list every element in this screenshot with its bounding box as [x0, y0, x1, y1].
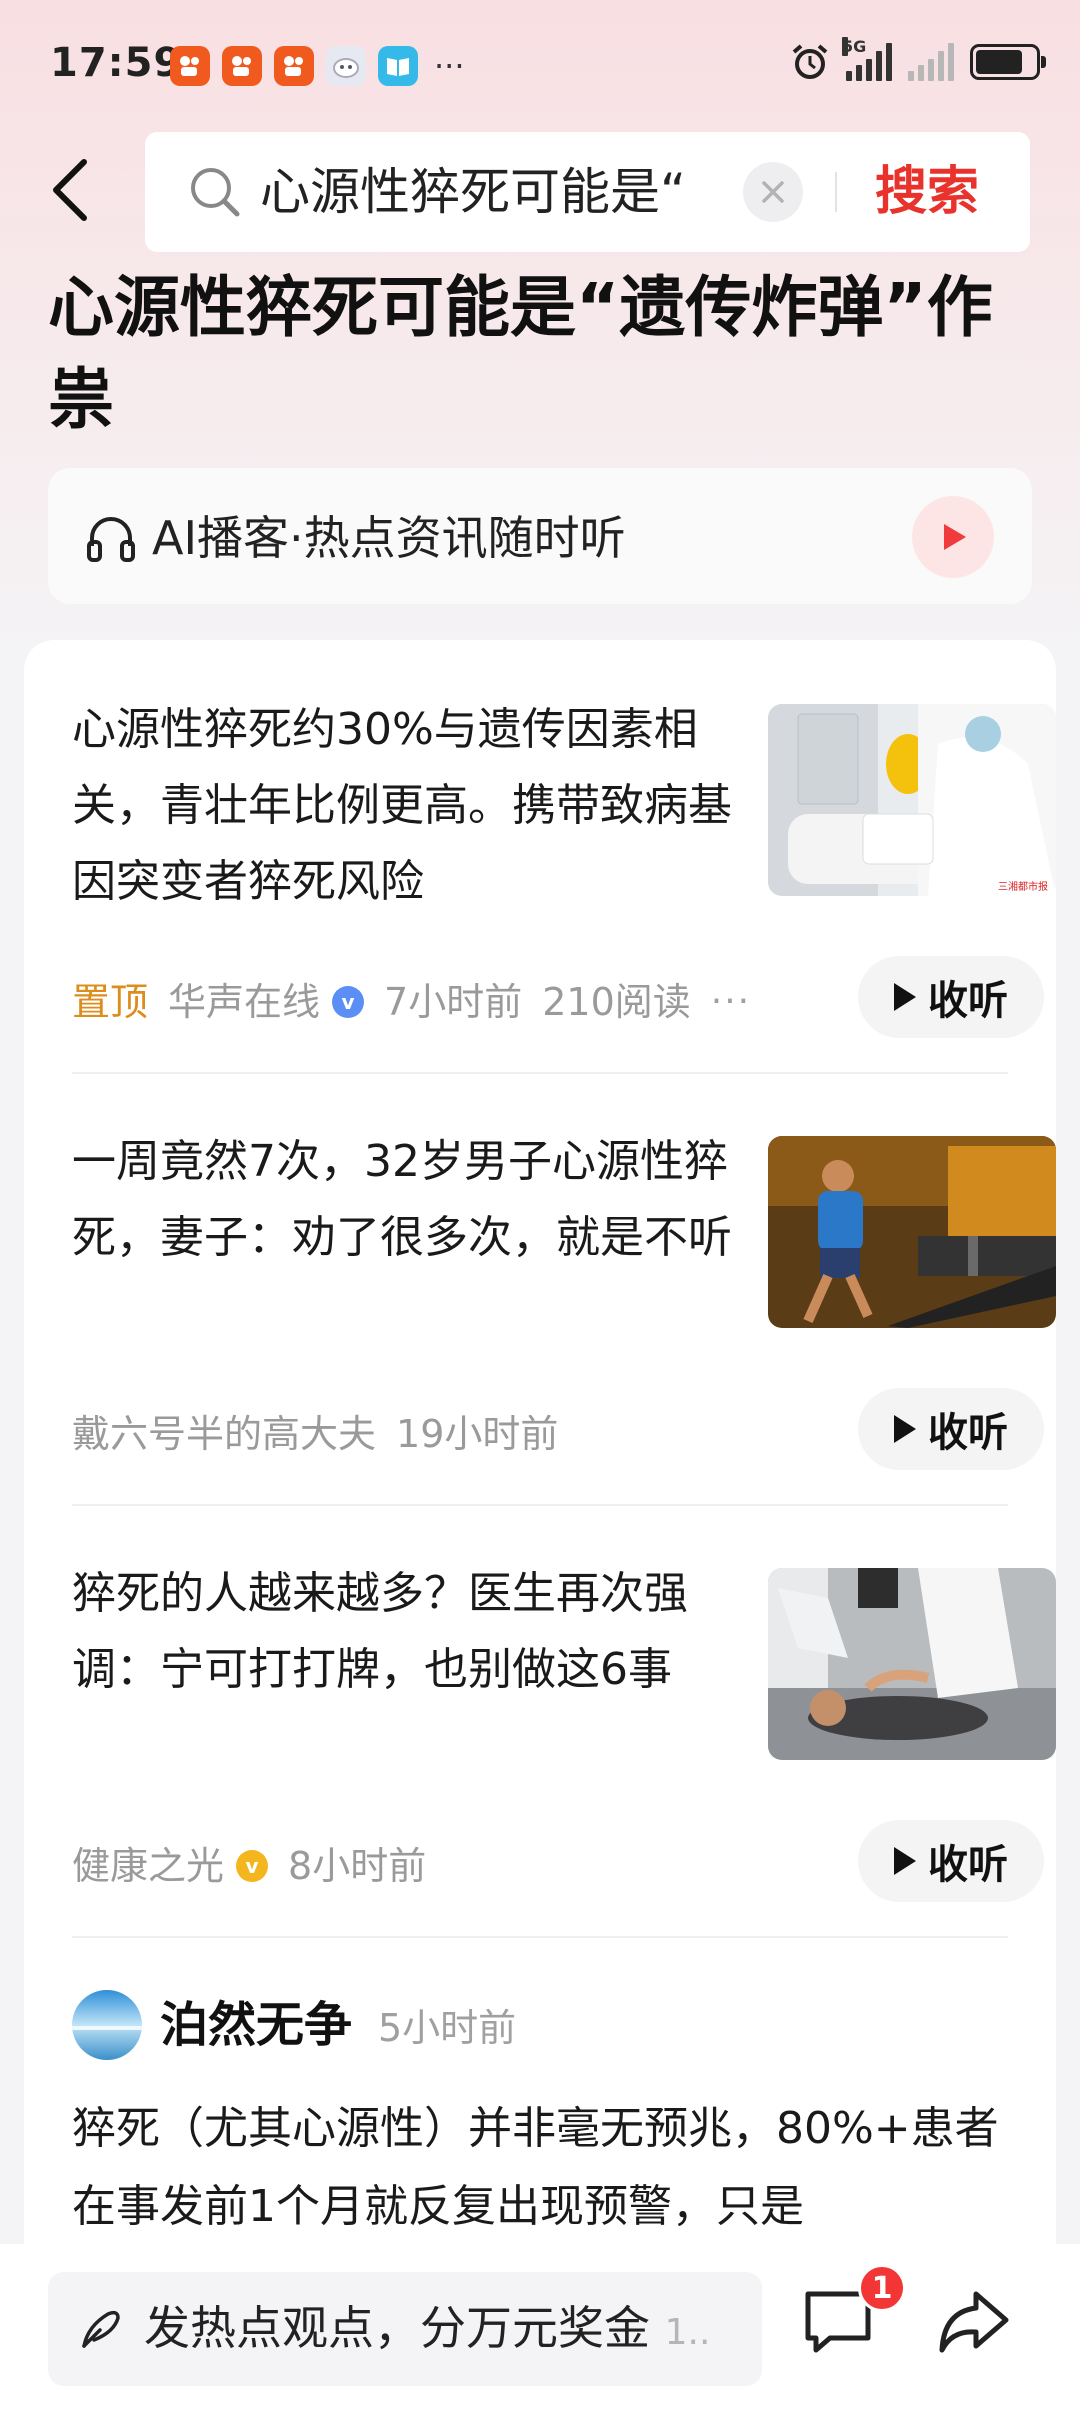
news-reads: 210阅读: [542, 980, 691, 1024]
news-thumbnail[interactable]: [768, 1568, 1056, 1760]
listen-button[interactable]: 收听: [858, 1388, 1044, 1470]
news-thumbnail[interactable]: 三湘都市报: [768, 704, 1056, 896]
news-title[interactable]: 心源性猝死约30%与遗传因素相关，青壮年比例更高。携带致病基因突变者猝死风险: [72, 692, 732, 920]
listen-label: 收听: [928, 978, 1008, 1024]
page-title: 心源性猝死可能是“遗传炸弹”作祟: [48, 269, 993, 438]
clear-search-button[interactable]: [743, 162, 803, 222]
news-time: 7小时前: [384, 980, 523, 1024]
divider: [72, 1504, 1008, 1506]
listen-label: 收听: [928, 1842, 1008, 1888]
post-time: 5小时前: [378, 2006, 517, 2050]
news-source[interactable]: 戴六号半的高大夫: [72, 1406, 376, 1462]
close-icon: [762, 181, 784, 203]
news-time: 19小时前: [396, 1412, 559, 1456]
news-meta: 置顶 华声在线 v 7小时前 210阅读 ···: [72, 974, 751, 1030]
verified-icon: v: [236, 1850, 269, 1882]
svg-text:三湘都市报: 三湘都市报: [998, 880, 1048, 893]
notification-icons: ···: [170, 46, 465, 86]
news-item[interactable]: 一周竟然7次，32岁男子心源性猝死，妻子：劝了很多次，就是不听 戴六号半的高大夫…: [48, 1124, 1056, 1474]
more-options-icon[interactable]: ···: [711, 974, 751, 1030]
news-thumbnail[interactable]: [768, 1136, 1056, 1328]
comment-placeholder-text: 发热点观点，分万元奖金: [144, 2301, 650, 2355]
news-source[interactable]: 健康之光: [72, 1838, 224, 1894]
comment-count-badge: 1: [858, 2264, 906, 2312]
headphones-icon: [87, 517, 135, 562]
avatar[interactable]: [72, 1990, 142, 2060]
post-text[interactable]: 猝死（尤其心源性）并非毫无预兆，80%+患者在事发前1个月就反复出现预警，只是: [72, 2090, 1012, 2246]
comment-input[interactable]: 发热点观点，分万元奖金 1..: [48, 2272, 762, 2386]
comment-placeholder: 发热点观点，分万元奖金 1..: [144, 2296, 742, 2365]
kuaishou-icon: [274, 46, 314, 86]
news-item[interactable]: 猝死的人越来越多？医生再次强调：宁可打打牌，也别做这6事 健康之光 v 8小时前…: [48, 1556, 1056, 1906]
search-bar[interactable]: 心源性猝死可能是“ 搜索: [145, 132, 1030, 252]
news-item[interactable]: 心源性猝死约30%与遗传因素相关，青壮年比例更高。携带致病基因突变者猝死风险 三…: [48, 692, 1056, 1042]
signal-secondary-icon: [908, 43, 954, 81]
back-button[interactable]: [40, 150, 100, 230]
verified-icon: v: [332, 986, 365, 1018]
chevron-left-icon: [53, 159, 87, 221]
share-icon[interactable]: [936, 2284, 1012, 2360]
pen-icon: [82, 2310, 120, 2348]
comment-placeholder-tail: 1..: [664, 2312, 711, 2353]
news-meta: 健康之光 v 8小时前: [72, 1838, 426, 1894]
assistant-icon: [326, 46, 366, 86]
play-icon: [894, 1415, 916, 1443]
pinned-tag: 置顶: [72, 980, 149, 1024]
search-button[interactable]: 搜索: [875, 160, 979, 224]
divider: [72, 1936, 1008, 1938]
news-source[interactable]: 华声在线: [168, 974, 320, 1030]
system-icons: 5G: [790, 37, 1046, 82]
battery-icon: [970, 44, 1046, 80]
status-bar: 17:59 ··· 5G: [0, 0, 1080, 130]
ai-podcast-label: AI播客·热点资讯随时听: [152, 511, 626, 565]
post-author[interactable]: 泊然无争: [160, 1994, 352, 2056]
alarm-icon: [792, 44, 828, 79]
news-time: 8小时前: [288, 1844, 427, 1888]
news-title[interactable]: 一周竟然7次，32岁男子心源性猝死，妻子：劝了很多次，就是不听: [72, 1124, 732, 1352]
ai-podcast-bar[interactable]: AI播客·热点资讯随时听: [48, 468, 1032, 604]
signal-5g-icon: 5G: [842, 37, 892, 81]
status-time: 17:59: [50, 40, 183, 86]
ai-podcast-play-button[interactable]: [912, 496, 994, 578]
kuaishou-icon: [222, 46, 262, 86]
play-icon: [894, 983, 916, 1011]
play-icon: [894, 1847, 916, 1875]
divider: [835, 172, 837, 212]
bottom-bar: 发热点观点，分万元奖金 1.. 1: [0, 2244, 1080, 2412]
search-icon: [191, 168, 240, 217]
more-notifications-icon: ···: [434, 47, 465, 85]
listen-label: 收听: [928, 1410, 1008, 1456]
news-title[interactable]: 猝死的人越来越多？医生再次强调：宁可打打牌，也别做这6事: [72, 1556, 732, 1784]
reader-icon: [378, 46, 418, 86]
listen-button[interactable]: 收听: [858, 956, 1044, 1038]
divider: [72, 1072, 1008, 1074]
play-icon: [944, 524, 966, 550]
news-meta: 戴六号半的高大夫 19小时前: [72, 1406, 558, 1462]
kuaishou-icon: [170, 46, 210, 86]
listen-button[interactable]: 收听: [858, 1820, 1044, 1902]
